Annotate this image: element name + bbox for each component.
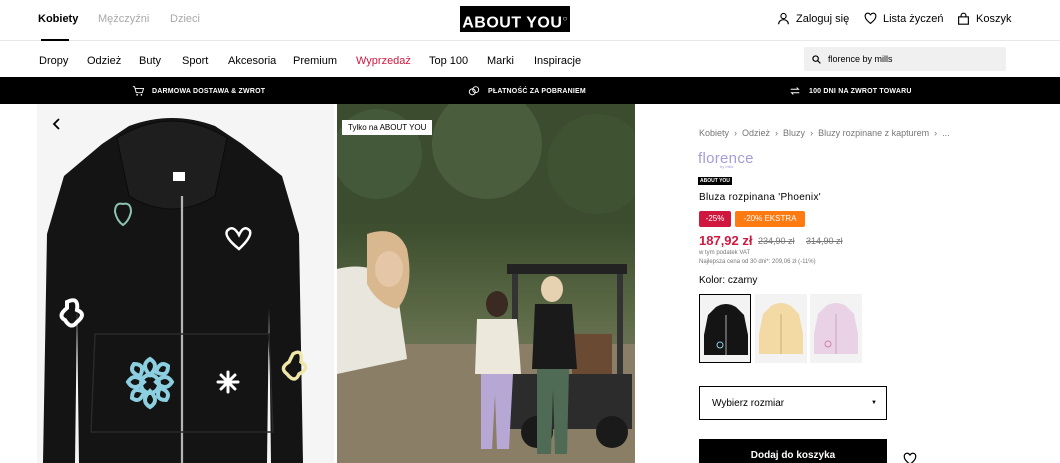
- color-label: Kolor: czarny: [699, 275, 758, 286]
- brand-logo[interactable]: florence by mills ABOUT YOU: [698, 150, 754, 187]
- cart-link[interactable]: Koszyk: [957, 12, 1011, 25]
- size-select[interactable]: Wybierz rozmiar ▼: [699, 386, 887, 420]
- heart-icon: [864, 12, 877, 25]
- breadcrumb-item[interactable]: Bluzy: [783, 128, 805, 138]
- color-swatch-black[interactable]: [699, 294, 751, 363]
- return-arrows-icon: [790, 87, 800, 95]
- wishlist-label: Lista życzeń: [883, 12, 944, 25]
- old-price: 234,90 zł: [758, 236, 795, 246]
- lowest-price-note: Najlepsza cena od 30 dni*: 209,06 zł (-1…: [699, 259, 816, 265]
- login-link[interactable]: Zaloguj się: [777, 12, 849, 25]
- product-name: Bluza rozpinana 'Phoenix': [699, 192, 821, 203]
- heart-icon[interactable]: [903, 452, 917, 463]
- nav-item-dropy[interactable]: Dropy: [39, 55, 68, 67]
- nav-item-marki[interactable]: Marki: [487, 55, 514, 67]
- usp-free-shipping: DARMOWA DOSTAWA & ZWROT: [132, 85, 265, 97]
- caret-down-icon: ▼: [871, 400, 877, 406]
- nav-item-top100[interactable]: Top 100: [429, 55, 468, 67]
- nav-item-sale[interactable]: Wyprzedaż: [356, 55, 411, 67]
- vat-note: w tym podatek VAT: [699, 250, 751, 256]
- breadcrumb-item[interactable]: Kobiety: [699, 128, 729, 138]
- product-image-main[interactable]: [37, 104, 334, 463]
- user-icon: [778, 12, 789, 25]
- cart-label: Koszyk: [976, 12, 1012, 25]
- search-icon: [812, 54, 821, 64]
- chevron-left-icon[interactable]: [50, 117, 64, 131]
- nav-item-inspiracje[interactable]: Inspiracje: [534, 55, 581, 67]
- search-input[interactable]: florence by mills: [804, 47, 1006, 71]
- breadcrumb-item[interactable]: Odzież: [742, 128, 770, 138]
- breadcrumb: Kobiety › Odzież › Bluzy › Bluzy rozpinane …: [699, 128, 950, 138]
- current-price: 187,92 zł: [699, 233, 753, 248]
- original-price: 314,90 zł: [806, 236, 843, 246]
- nav-item-odziez[interactable]: Odzież: [87, 55, 121, 67]
- exclusive-badge: Tylko na ABOUT YOU: [342, 120, 433, 135]
- gender-tab-women[interactable]: Kobiety: [38, 13, 78, 25]
- nav-item-akcesoria[interactable]: Akcesoria: [228, 55, 276, 67]
- size-select-label: Wybierz rozmiar: [712, 397, 785, 409]
- gender-tab-kids[interactable]: Dzieci: [170, 13, 200, 25]
- login-label: Zaloguj się: [796, 12, 850, 25]
- category-nav: Dropy Odzież Buty Sport Akcesoria Premiu…: [0, 41, 1060, 77]
- chevron-right-icon: ›: [734, 128, 738, 138]
- chevron-right-icon: ›: [934, 128, 938, 138]
- color-swatch-yellow[interactable]: [755, 294, 807, 363]
- chevron-right-icon: ›: [775, 128, 779, 138]
- breadcrumb-item[interactable]: Bluzy rozpinane z kapturem: [818, 128, 929, 138]
- usp-cod: PŁATNOŚĆ ZA POBRANIEM: [468, 85, 586, 97]
- product-image-lifestyle[interactable]: [337, 104, 635, 463]
- logo[interactable]: ABOUT YOU○: [460, 6, 570, 32]
- color-swatch-pink[interactable]: [810, 294, 862, 363]
- usp-returns: 100 DNI NA ZWROT TOWARU: [789, 85, 912, 97]
- bag-icon: [958, 12, 969, 25]
- wishlist-link[interactable]: Lista życzeń: [864, 12, 944, 25]
- coins-icon: [468, 86, 480, 96]
- extra-discount-badge: -20% EKSTRA: [735, 211, 805, 227]
- nav-item-premium[interactable]: Premium: [293, 55, 337, 67]
- top-bar: Kobiety Mężczyźni Dzieci ABOUT YOU○ Zalo…: [0, 0, 1060, 41]
- cart-icon: [132, 86, 144, 96]
- usp-bar: DARMOWA DOSTAWA & ZWROT PŁATNOŚĆ ZA POBR…: [0, 77, 1060, 104]
- chevron-right-icon: ›: [810, 128, 814, 138]
- search-value: florence by mills: [828, 54, 893, 64]
- gender-tab-men[interactable]: Mężczyźni: [98, 13, 149, 25]
- breadcrumb-more[interactable]: ...: [942, 128, 950, 138]
- nav-item-sport[interactable]: Sport: [182, 55, 208, 67]
- discount-badge: -25%: [699, 211, 731, 227]
- nav-item-buty[interactable]: Buty: [139, 55, 161, 67]
- brand-tag: ABOUT YOU: [698, 177, 732, 185]
- add-to-cart-button[interactable]: Dodaj do koszyka: [699, 439, 887, 463]
